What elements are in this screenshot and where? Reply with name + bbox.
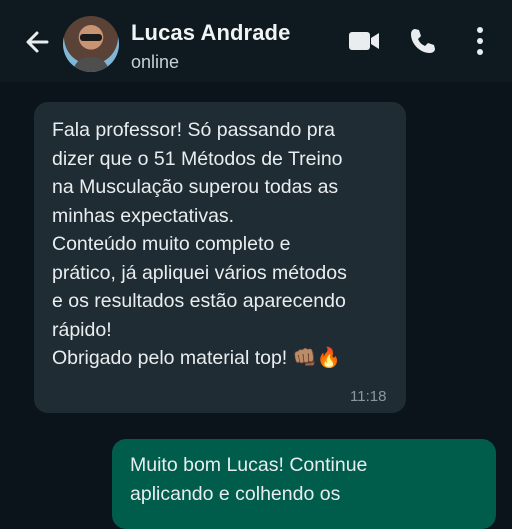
message-timestamp: 11:18 — [350, 388, 387, 405]
contact-status: online — [131, 52, 180, 72]
phone-icon[interactable] — [408, 26, 438, 56]
avatar[interactable] — [63, 16, 119, 72]
chat-header: Lucas Andrade online — [0, 0, 512, 82]
contact-name[interactable]: Lucas Andrade — [131, 20, 290, 46]
more-vert-icon[interactable] — [471, 25, 489, 57]
back-arrow-icon[interactable] — [22, 27, 52, 57]
outgoing-message-text: Muito bom Lucas! Continue aplicando e co… — [130, 454, 368, 505]
video-call-icon[interactable] — [347, 27, 381, 55]
incoming-message-text: Fala professor! Só passando pra dizer qu… — [52, 119, 347, 369]
